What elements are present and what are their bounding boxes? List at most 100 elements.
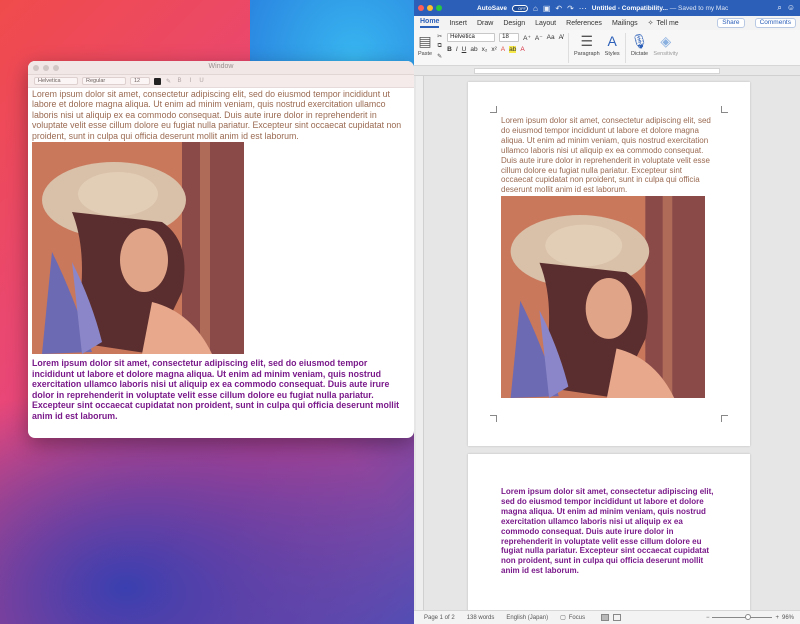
format-painter-icon[interactable]: ✎ — [437, 53, 442, 60]
zoom-level[interactable]: 96% — [782, 615, 794, 621]
more-icon[interactable]: ⋯ — [579, 4, 587, 13]
vertical-ruler[interactable] — [416, 76, 424, 610]
home-icon[interactable]: ⌂ — [533, 4, 538, 13]
tab-references[interactable]: References — [566, 20, 602, 27]
subscript-button[interactable]: x₂ — [482, 46, 488, 53]
portrait-image[interactable] — [32, 142, 244, 355]
shrink-font-icon[interactable]: A⁻ — [535, 34, 543, 42]
page-count[interactable]: Page 1 of 2 — [424, 615, 455, 621]
styles-label: Styles — [604, 51, 620, 57]
home-ribbon: ▤ Paste ✂ ⧉ ✎ Helvetica 18 A⁺ A⁻ Aa A̸ B… — [414, 30, 800, 66]
focus-label: Focus — [568, 614, 586, 621]
word-count[interactable]: 138 words — [467, 615, 495, 621]
tell-me-search[interactable]: ✧ Tell me — [647, 19, 679, 28]
search-icon[interactable]: ⌕ — [777, 3, 781, 13]
font-size-select[interactable]: 12 — [130, 77, 150, 85]
horizontal-ruler[interactable] — [414, 66, 800, 76]
focus-icon: ▢ — [560, 615, 566, 621]
zoom-slider[interactable] — [712, 614, 773, 620]
page-2[interactable]: Lorem ipsum dolor sit amet, consectetur … — [468, 454, 750, 624]
bold-button[interactable]: B — [176, 78, 183, 84]
zoom-button[interactable] — [436, 5, 442, 11]
tab-insert[interactable]: Insert — [449, 20, 467, 27]
lightbulb-icon: ✧ — [647, 20, 654, 27]
textedit-content[interactable]: Lorem ipsum dolor sit amet, consectetur … — [28, 88, 414, 422]
redo-icon[interactable]: ↷ — [567, 4, 574, 13]
italic-button[interactable]: I — [456, 46, 458, 53]
word-titlebar[interactable]: AutoSave OFF ⌂ ▣ ↶ ↷ ⋯ Untitled - Compat… — [414, 0, 800, 16]
copy-icon[interactable]: ⧉ — [437, 43, 441, 50]
styles-group[interactable]: A Styles — [605, 33, 620, 57]
zoom-out-button[interactable]: − — [706, 615, 710, 621]
text-effects-icon[interactable]: A — [501, 46, 505, 53]
highlight-icon[interactable]: ab — [509, 46, 517, 53]
paste-label: Paste — [418, 51, 433, 57]
paragraph-label: Paragraph — [573, 51, 600, 57]
text-color-swatch[interactable] — [154, 77, 161, 85]
bold-button[interactable]: B — [447, 46, 452, 53]
print-layout-view-button[interactable] — [601, 614, 610, 621]
clipboard-tools: ✂ ⧉ ✎ — [437, 33, 442, 60]
clear-format-icon[interactable]: A̸ — [559, 34, 563, 41]
share-button[interactable]: Share — [717, 18, 745, 28]
close-button[interactable] — [418, 5, 424, 11]
web-layout-view-button[interactable] — [613, 614, 622, 621]
autosave-toggle[interactable]: OFF — [511, 4, 528, 12]
tell-me-label: Tell me — [656, 19, 679, 27]
paragraph-purple-bold[interactable]: Lorem ipsum dolor sit amet, consectetur … — [32, 358, 410, 422]
superscript-button[interactable]: x² — [491, 46, 496, 53]
font-name-field[interactable]: Helvetica — [447, 33, 496, 42]
portrait-image[interactable] — [501, 196, 705, 398]
tab-draw[interactable]: Draw — [477, 20, 493, 27]
sensitivity-icon: ◈ — [660, 33, 672, 49]
strikethrough-button[interactable]: ab — [470, 46, 477, 53]
page2-paragraph[interactable]: Lorem ipsum dolor sit amet, consectetur … — [501, 487, 715, 576]
cut-icon[interactable]: ✂ — [437, 33, 442, 40]
focus-button[interactable]: ▢ Focus — [560, 614, 586, 622]
page1-paragraph[interactable]: Lorem ipsum dolor sit amet, consectetur … — [501, 116, 711, 195]
comments-button[interactable]: Comments — [754, 18, 796, 28]
grow-font-icon[interactable]: A⁺ — [523, 34, 531, 42]
font-size-field[interactable]: 18 — [499, 33, 520, 42]
paragraph-brown[interactable]: Lorem ipsum dolor sit amet, consectetur … — [32, 89, 410, 141]
document-canvas[interactable]: Lorem ipsum dolor sit amet, consectetur … — [414, 76, 800, 624]
paste-group[interactable]: ▤ Paste — [418, 33, 432, 57]
highlight-icon[interactable]: ✎ — [165, 78, 172, 85]
undo-icon[interactable]: ↶ — [555, 4, 562, 13]
portrait-illustration — [501, 196, 705, 398]
sensitivity-group[interactable]: ◈ Sensitivity — [653, 33, 678, 57]
page-1[interactable]: Lorem ipsum dolor sit amet, consectetur … — [468, 82, 750, 446]
italic-button[interactable]: I — [187, 78, 194, 84]
textedit-titlebar[interactable]: Window — [28, 61, 414, 75]
zoom-in-button[interactable]: + — [775, 615, 779, 621]
ribbon-divider — [624, 33, 626, 63]
save-icon[interactable]: ▣ — [543, 4, 551, 13]
crop-mark — [490, 106, 497, 113]
tab-layout[interactable]: Layout — [535, 20, 556, 27]
tab-design[interactable]: Design — [503, 20, 525, 27]
minimize-button[interactable] — [427, 5, 433, 11]
format-toolbar: Helvetica Regular 12 ✎ B I U — [28, 75, 414, 88]
underline-button[interactable]: U — [198, 78, 205, 84]
account-icon[interactable]: ☺ — [787, 3, 795, 13]
tab-home[interactable]: Home — [420, 18, 440, 28]
zoom-control: − + 96% — [706, 614, 800, 621]
font-color-icon[interactable]: A — [520, 46, 524, 53]
font-family-select[interactable]: Helvetica — [34, 77, 78, 85]
paragraph-icon: ☰ — [580, 33, 594, 49]
paragraph-group[interactable]: ☰ Paragraph — [574, 33, 600, 57]
dictate-group[interactable]: 🎙 Dictate — [631, 33, 649, 57]
font-group: Helvetica 18 A⁺ A⁻ Aa A̸ B I U ab x₂ x² … — [447, 33, 563, 53]
font-style-select[interactable]: Regular — [82, 77, 126, 85]
crop-mark — [490, 415, 497, 422]
save-status: — Saved to my Mac — [667, 4, 729, 12]
ribbon-divider — [567, 33, 569, 63]
crop-mark — [721, 106, 728, 113]
change-case-icon[interactable]: Aa — [547, 34, 555, 41]
autosave-label: AutoSave — [477, 4, 507, 12]
language-indicator[interactable]: English (Japan) — [506, 615, 548, 621]
status-bar: Page 1 of 2 138 words English (Japan) ▢ … — [414, 610, 800, 624]
word-window-controls — [418, 5, 442, 11]
tab-mailings[interactable]: Mailings — [612, 20, 638, 27]
underline-button[interactable]: U — [462, 46, 467, 53]
